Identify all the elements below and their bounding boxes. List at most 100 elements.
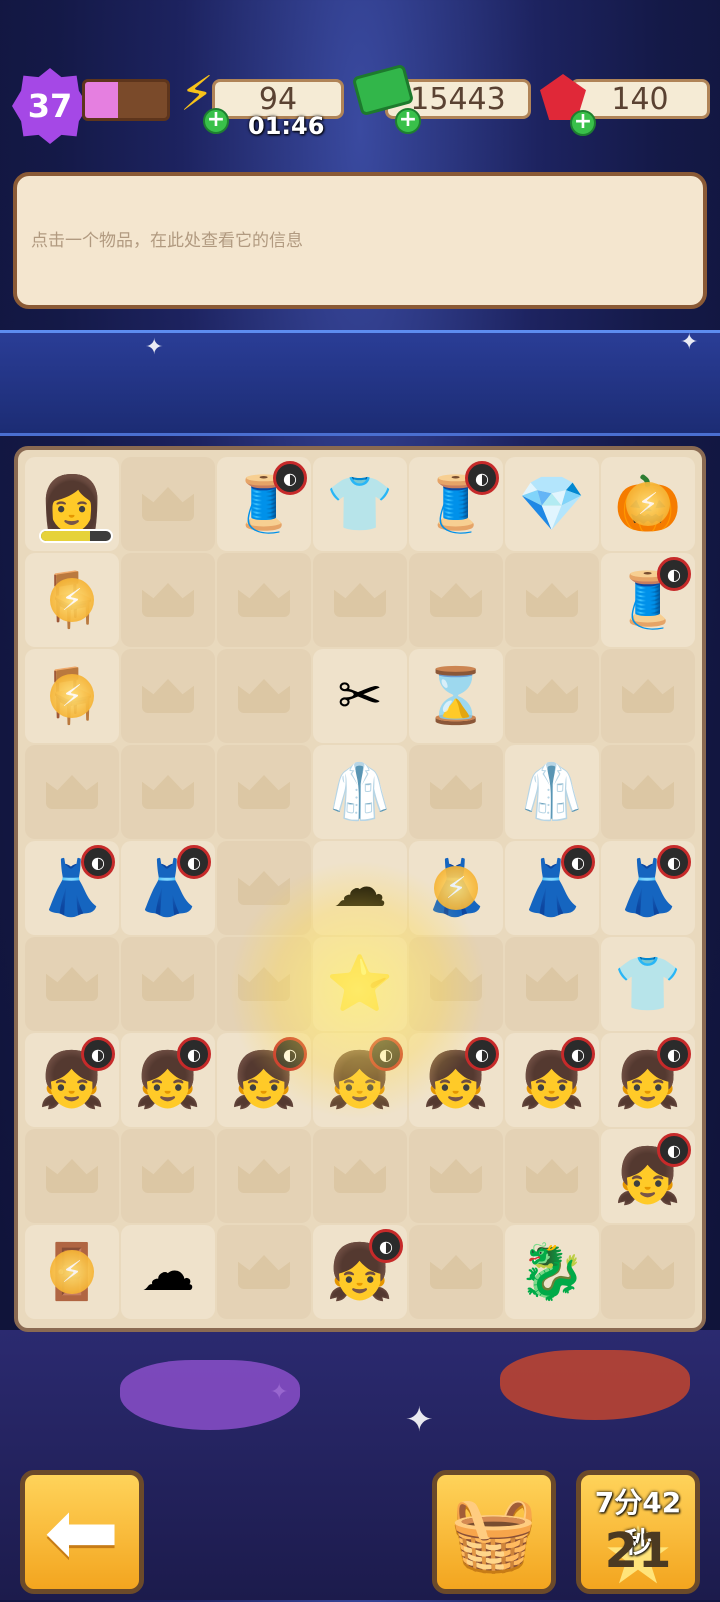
board-item-mint-ball-gown[interactable]: 👗 ◐ — [601, 841, 695, 935]
locked-badge-icon: ◐ — [465, 1037, 499, 1071]
board-cell-empty[interactable] — [601, 649, 695, 743]
board-item-wardrobe-gold[interactable]: 🚪⚡ — [25, 1225, 119, 1319]
locked-badge-icon: ◐ — [465, 461, 499, 495]
board-item-mint-ball-gown[interactable]: 👗 ◐ — [505, 841, 599, 935]
item-info-panel: 点击一个物品，在此处查看它的信息 — [13, 172, 707, 309]
stage-light-band — [0, 330, 720, 436]
blue-crystal-icon: 💎 — [518, 472, 586, 535]
board-item-blue-crystal[interactable]: 💎 — [505, 457, 599, 551]
board-item-girl-white-shirt[interactable]: 👧 ◐ — [601, 1033, 695, 1127]
board-cell-empty[interactable] — [217, 1129, 311, 1223]
arrow-left-icon: ⬅ — [44, 1479, 120, 1585]
item-info-text: 点击一个物品，在此处查看它的信息 — [31, 231, 303, 251]
board-cell-empty[interactable] — [505, 553, 599, 647]
board-item-dress-mannequin[interactable]: 👗 ◐ — [25, 841, 119, 935]
board-cell-empty[interactable] — [409, 937, 503, 1031]
energy-generator-icon: ⚡ — [626, 482, 670, 526]
board-cell-empty[interactable] — [601, 745, 695, 839]
basket-icon: 🧺 — [450, 1490, 538, 1573]
board-cell-empty[interactable] — [505, 1129, 599, 1223]
green-jumpsuit-icon: 🥼 — [326, 760, 394, 823]
worker-progress-bar — [39, 529, 113, 543]
board-cell-empty[interactable] — [121, 745, 215, 839]
pink-cloud-shell-icon: ☁ — [333, 856, 387, 919]
seamstress-girl-icon: 👩 — [38, 472, 106, 535]
add-cash-button[interactable]: + — [395, 108, 421, 134]
gems-value: 140 — [611, 81, 669, 117]
board-cell-empty[interactable] — [121, 457, 215, 551]
board-item-girl-maid[interactable]: 👧 ◐ — [217, 1033, 311, 1127]
board-item-seamstress-girl[interactable]: 👩 — [25, 457, 119, 551]
board-item-girl-red-star[interactable]: 👧 ◐ — [505, 1033, 599, 1127]
board-item-girl-aqua-bows[interactable]: 👧 ◐ — [121, 1033, 215, 1127]
board-item-sewing-machine[interactable]: 🧵 ◐ — [601, 553, 695, 647]
board-item-sewing-machine[interactable]: 🧵 ◐ — [409, 457, 503, 551]
level-badge[interactable]: 37 — [12, 68, 88, 144]
locked-badge-icon: ◐ — [657, 845, 691, 879]
star-reward-button[interactable]: ★ 7分42秒 21 — [576, 1470, 700, 1602]
board-item-girl-yellow-top[interactable]: 👧 ◐ — [313, 1033, 407, 1127]
add-energy-button[interactable]: + — [203, 108, 229, 134]
board-cell-empty[interactable] — [313, 1129, 407, 1223]
energy-generator-icon: ⚡ — [50, 578, 94, 622]
board-item-green-jumpsuit[interactable]: 🥼 — [313, 745, 407, 839]
board-item-pink-dragon-cloud[interactable]: 🐉 — [505, 1225, 599, 1319]
board-cell-empty[interactable] — [313, 553, 407, 647]
board-item-green-jumpsuit[interactable]: 🥼 — [505, 745, 599, 839]
board-item-girl-pastel-dress[interactable]: 👧 ◐ — [25, 1033, 119, 1127]
energy-timer: 01:46 — [248, 112, 325, 140]
locked-badge-icon: ◐ — [561, 1037, 595, 1071]
board-cell-empty[interactable] — [409, 1129, 503, 1223]
board-cell-empty[interactable] — [217, 553, 311, 647]
board-cell-empty[interactable] — [121, 1129, 215, 1223]
board-cell-empty[interactable] — [409, 745, 503, 839]
add-gems-button[interactable]: + — [570, 110, 596, 136]
sparkle-icon: ✦ — [145, 335, 164, 360]
board-item-girl-white-shirt[interactable]: 👧 ◐ — [601, 1129, 695, 1223]
board-cell-empty[interactable] — [217, 649, 311, 743]
green-jumpsuit-icon: 🥼 — [518, 760, 586, 823]
black-tshirt-jeans-icon: 👕 — [326, 472, 394, 535]
board-cell-empty[interactable] — [217, 745, 311, 839]
board-cell-empty[interactable] — [121, 649, 215, 743]
board-cell-empty[interactable] — [409, 553, 503, 647]
board-cell-empty[interactable] — [217, 1225, 311, 1319]
board-item-pink-cloud-shell[interactable]: ☁ — [313, 841, 407, 935]
board-cell-empty[interactable] — [25, 1129, 119, 1223]
board-item-girl-white-shirt[interactable]: 👧 ◐ — [313, 1225, 407, 1319]
board-item-thread-scissors[interactable]: ✂ — [313, 649, 407, 743]
energy-generator-icon: ⚡ — [50, 1250, 94, 1294]
board-item-wood-desk[interactable]: 🪑⚡ — [25, 649, 119, 743]
board-item-sewing-desk-gold[interactable]: 🪑⚡ — [25, 553, 119, 647]
board-item-black-tshirt-jeans[interactable]: 👕 — [313, 457, 407, 551]
board-item-black-tshirt-jeans[interactable]: 👕 — [601, 937, 695, 1031]
board-item-pink-princess-dress[interactable]: 👗 ◐ — [121, 841, 215, 935]
board-cell-empty[interactable] — [601, 1225, 695, 1319]
locked-badge-icon: ◐ — [657, 557, 691, 591]
board-item-mint-ball-gown-glowing[interactable]: 👗⚡ — [409, 841, 503, 935]
back-button[interactable]: ⬅ — [20, 1470, 144, 1594]
locked-badge-icon: ◐ — [81, 845, 115, 879]
board-cell-empty[interactable] — [409, 1225, 503, 1319]
board-cell-empty[interactable] — [217, 841, 311, 935]
locked-badge-icon: ◐ — [369, 1229, 403, 1263]
board-cell-empty[interactable] — [505, 937, 599, 1031]
board-item-girl-yellow-shirt[interactable]: 👧 ◐ — [409, 1033, 503, 1127]
worker-progress-fill — [41, 531, 90, 541]
sell-basket-button[interactable]: 🧺 — [432, 1470, 556, 1594]
black-tshirt-jeans-icon: 👕 — [614, 952, 682, 1015]
board-item-hourglass-token[interactable]: ⌛ — [409, 649, 503, 743]
board-item-sewing-machine[interactable]: 🧵 ◐ — [217, 457, 311, 551]
board-cell-empty[interactable] — [505, 649, 599, 743]
board-cell-empty[interactable] — [25, 745, 119, 839]
locked-badge-icon: ◐ — [177, 1037, 211, 1071]
locked-badge-icon: ◐ — [81, 1037, 115, 1071]
board-cell-empty[interactable] — [121, 553, 215, 647]
board-item-green-star-angel[interactable]: ⭐ — [313, 937, 407, 1031]
board-cell-empty[interactable] — [217, 937, 311, 1031]
board-cell-empty[interactable] — [25, 937, 119, 1031]
board-item-pink-cloud-gift[interactable]: ☁ — [121, 1225, 215, 1319]
pink-cloud-gift-icon: ☁ — [141, 1240, 195, 1303]
board-cell-empty[interactable] — [121, 937, 215, 1031]
board-item-golden-carriage[interactable]: 🎃⚡ — [601, 457, 695, 551]
